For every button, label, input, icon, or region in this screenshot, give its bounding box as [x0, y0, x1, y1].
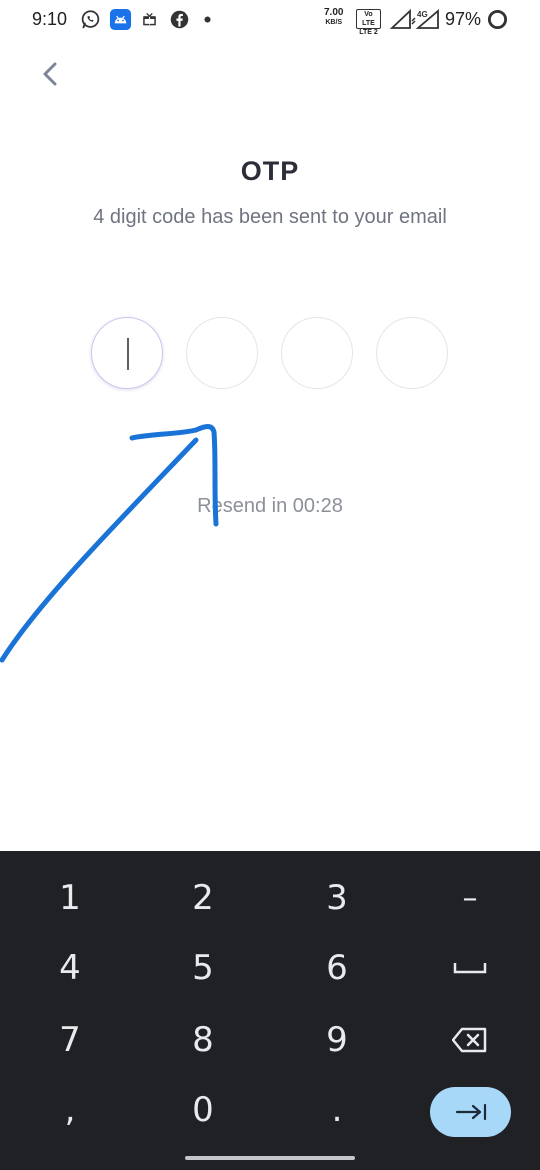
android-icon	[108, 8, 132, 30]
otp-digit-3[interactable]	[281, 317, 353, 389]
otp-digit-4[interactable]	[376, 317, 448, 389]
space-icon	[453, 963, 487, 974]
otp-digit-2[interactable]	[186, 317, 258, 389]
otp-digit-1[interactable]	[91, 317, 163, 389]
key-6[interactable]: 6	[277, 935, 397, 1001]
key-backspace[interactable]	[410, 1007, 530, 1073]
dot-icon	[201, 8, 213, 30]
page-subtitle: 4 digit code has been sent to your email	[93, 206, 447, 228]
network-type: 4G	[417, 10, 428, 19]
gift-icon	[141, 8, 157, 30]
key-4[interactable]: 4	[10, 935, 130, 1001]
signal-icon: 4G	[390, 8, 440, 30]
key-minus[interactable]: –	[410, 865, 530, 931]
key-5[interactable]: 5	[143, 935, 263, 1001]
key-period[interactable]: .	[277, 1077, 397, 1143]
resend-timer: Resend in 00:28	[197, 495, 343, 517]
battery-icon	[486, 8, 508, 30]
annotation-arrow	[0, 424, 219, 663]
key-enter[interactable]	[430, 1087, 511, 1137]
key-space[interactable]	[410, 935, 530, 1001]
back-button[interactable]	[30, 54, 70, 94]
page-title: OTP	[240, 156, 300, 186]
key-9[interactable]: 9	[277, 1007, 397, 1073]
text-caret	[127, 338, 129, 370]
net-speed-unit: KB/S	[325, 19, 343, 26]
net-speed: 7.00 KB/S	[324, 8, 343, 28]
key-3[interactable]: 3	[277, 865, 397, 931]
net-speed-value: 7.00	[324, 7, 344, 18]
key-2[interactable]: 2	[143, 865, 263, 931]
volte-badge: Vo LTE LTE 2	[356, 9, 381, 36]
gesture-nav-handle[interactable]	[185, 1156, 355, 1160]
facebook-icon	[168, 8, 190, 30]
whatsapp-icon	[79, 8, 101, 30]
battery-percent: 97%	[445, 9, 482, 29]
status-time: 9:10	[32, 9, 68, 29]
key-1[interactable]: 1	[10, 865, 130, 931]
key-7[interactable]: 7	[10, 1007, 130, 1073]
key-comma[interactable]: ,	[10, 1077, 130, 1143]
key-8[interactable]: 8	[143, 1007, 263, 1073]
chevron-left-icon	[43, 62, 57, 86]
tab-arrow-icon	[455, 1103, 486, 1121]
key-0[interactable]: 0	[143, 1077, 263, 1143]
backspace-icon	[452, 1027, 487, 1053]
volte-bottom: LTE 2	[359, 29, 378, 36]
volte-top: Vo LTE	[362, 11, 375, 27]
status-bar: 9:10 7.00 KB/S Vo LTE LTE 2 4G 97%	[0, 0, 540, 40]
numeric-keyboard: 1 2 3 – 4 5 6 7 8 9 , 0 .	[0, 851, 540, 1170]
otp-input-group	[0, 317, 540, 389]
